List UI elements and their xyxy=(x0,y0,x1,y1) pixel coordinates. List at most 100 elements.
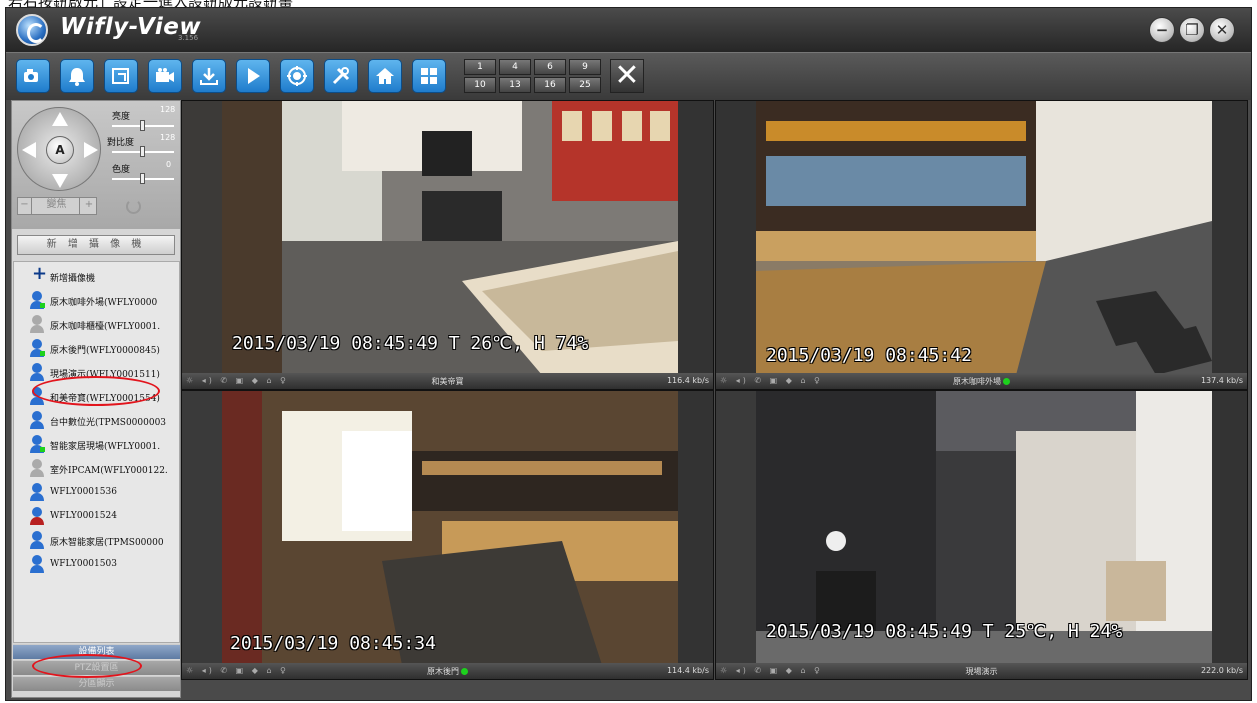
video-feed-4[interactable]: 2015/03/19 08:45:49 T 25℃, H 24% xyxy=(716,391,1247,665)
zoom-label: 變焦 xyxy=(34,198,80,214)
video-osd-4: 2015/03/19 08:45:49 T 25℃, H 24% xyxy=(766,621,1123,642)
refresh-icon[interactable] xyxy=(126,199,141,214)
camera-icon xyxy=(30,483,44,501)
brightness-slider-knob[interactable] xyxy=(140,120,145,131)
tile-status-bar-4: ☼ ◂) ✆ ▣ ◆ ⌂ ♀ 現場演示 222.0 kb/s xyxy=(716,663,1247,679)
saturation-value: 0 xyxy=(166,160,172,169)
export-button[interactable] xyxy=(104,59,138,93)
saturation-label: 色度 xyxy=(112,165,131,175)
tile-status-bar-2: ☼ ◂) ✆ ▣ ◆ ⌂ ♀ 原木咖啡外場 137.4 kb/s xyxy=(716,373,1247,389)
video-tile-1[interactable]: 2015/03/19 08:45:49 T 26℃, H 74% ☼ ◂) ✆ … xyxy=(181,100,714,390)
alarm-button[interactable] xyxy=(60,59,94,93)
saturation-slider-knob[interactable] xyxy=(140,173,145,184)
layout-button[interactable] xyxy=(412,59,446,93)
highlight-circle-device xyxy=(32,376,160,406)
bell-icon xyxy=(69,68,85,86)
pan-up-icon[interactable] xyxy=(52,112,68,126)
download-button[interactable] xyxy=(192,59,226,93)
tile-bitrate-4: 222.0 kb/s xyxy=(1200,666,1243,675)
tab-split-display[interactable]: 分區顯示 xyxy=(13,676,180,691)
contrast-label: 對比度 xyxy=(107,138,135,148)
close-window-button[interactable]: ✕ xyxy=(1209,17,1235,43)
camera-icon xyxy=(30,435,45,453)
video-tile-2[interactable]: 2015/03/19 08:45:42 ☼ ◂) ✆ ▣ ◆ ⌂ ♀ 原木咖啡外… xyxy=(715,100,1248,390)
video-tile-4[interactable]: 2015/03/19 08:45:49 T 25℃, H 24% ☼ ◂) ✆ … xyxy=(715,390,1248,680)
record-button[interactable] xyxy=(148,59,182,93)
layout-1-button[interactable]: 1 xyxy=(464,59,496,75)
online-status-dot xyxy=(1003,378,1010,385)
tile-camera-name-2: 原木咖啡外場 xyxy=(716,376,1247,387)
target-button[interactable] xyxy=(280,59,314,93)
list-item[interactable]: WFLY0001503 xyxy=(14,552,179,576)
layout-4-button[interactable]: 4 xyxy=(499,59,531,75)
brightness-label: 亮度 xyxy=(112,112,131,122)
camera-icon xyxy=(30,459,44,477)
restore-button[interactable]: ❐ xyxy=(1179,17,1205,43)
tools-button[interactable] xyxy=(324,59,358,93)
tile-camera-name-1: 和美帝寶 xyxy=(431,377,464,386)
camera-config-button[interactable] xyxy=(16,59,50,93)
camera-icon xyxy=(30,291,45,309)
tile-bitrate-1: 116.4 kb/s xyxy=(666,376,709,385)
layout-16-button[interactable]: 16 xyxy=(534,77,566,93)
list-item[interactable]: 原木咖啡外場(WFLY0000 xyxy=(14,288,179,312)
video-osd-2: 2015/03/19 08:45:42 xyxy=(766,345,972,366)
highlight-circle-ptz-tab xyxy=(32,654,142,678)
title-bar: Wifly-View 3.156 − ❐ ✕ xyxy=(6,8,1251,52)
play-button[interactable] xyxy=(236,59,270,93)
contrast-value: 128 xyxy=(160,133,176,142)
app-logo-icon xyxy=(16,14,48,46)
list-item[interactable]: WFLY0001524 xyxy=(14,504,179,528)
video-tile-3[interactable]: 2015/03/19 08:45:34 ☼ ◂) ✆ ▣ ◆ ⌂ ♀ 原木後門 … xyxy=(181,390,714,680)
video-osd-1: 2015/03/19 08:45:49 T 26℃, H 74% xyxy=(232,333,589,354)
brightness-value: 128 xyxy=(160,105,176,114)
add-camera-button[interactable]: 新 增 攝 像 機 xyxy=(17,235,175,255)
home-button[interactable] xyxy=(368,59,402,93)
download-icon xyxy=(200,68,218,85)
restore-icon: ❐ xyxy=(1185,21,1199,39)
list-item[interactable]: 智能家居現場(WFLY0001. xyxy=(14,432,179,456)
zoom-minus-button[interactable]: − xyxy=(18,198,32,214)
home-icon xyxy=(376,68,394,84)
list-item[interactable]: 原木後門(WFLY0000845) xyxy=(14,336,179,360)
camera-icon xyxy=(30,411,44,429)
list-item[interactable]: 室外IPCAM(WFLY000122. xyxy=(14,456,179,480)
layout-9-button[interactable]: 9 xyxy=(569,59,601,75)
tile-bitrate-3: 114.4 kb/s xyxy=(666,666,709,675)
tile-bitrate-2: 137.4 kb/s xyxy=(1200,376,1243,385)
pan-down-icon[interactable] xyxy=(52,174,68,188)
device-list: + 新增攝像機 原木咖啡外場(WFLY0000 原木咖啡櫃檯(WFLY0001.… xyxy=(13,261,180,643)
contrast-slider-knob[interactable] xyxy=(140,146,145,157)
video-feed-2[interactable]: 2015/03/19 08:45:42 xyxy=(716,101,1247,375)
video-feed-3[interactable]: 2015/03/19 08:45:34 xyxy=(182,391,713,665)
layout-13-button[interactable]: 13 xyxy=(499,77,531,93)
list-item[interactable]: 原木智能家居(TPMS00000 xyxy=(14,528,179,552)
tile-camera-name-3: 原木後門 xyxy=(182,666,713,677)
camera-icon xyxy=(30,315,44,333)
export-icon xyxy=(112,68,129,84)
camera-icon xyxy=(30,339,45,357)
zoom-plus-button[interactable]: + xyxy=(82,198,96,214)
video-camera-icon xyxy=(156,68,174,82)
ptz-control-panel: A 亮度 128 對比度 128 色度 0 − 變焦 + xyxy=(12,101,180,229)
grid-icon xyxy=(421,68,437,84)
layout-25-button[interactable]: 25 xyxy=(569,77,601,93)
minimize-button[interactable]: − xyxy=(1149,17,1175,43)
pan-right-icon[interactable] xyxy=(84,142,98,158)
layout-10-button[interactable]: 10 xyxy=(464,77,496,93)
list-item[interactable]: 原木咖啡櫃檯(WFLY0001. xyxy=(14,312,179,336)
ptz-dpad: A xyxy=(17,107,101,191)
plus-icon: + xyxy=(32,264,48,284)
list-item-add-camera[interactable]: + 新增攝像機 xyxy=(14,264,179,288)
zoom-control: − 變焦 + xyxy=(17,197,97,215)
pan-left-icon[interactable] xyxy=(22,142,36,158)
close-all-button[interactable]: ✕ xyxy=(610,59,644,93)
minus-icon: − xyxy=(1155,21,1169,39)
list-item[interactable]: 台中數位光(TPMS0000003 xyxy=(14,408,179,432)
tile-status-bar-3: ☼ ◂) ✆ ▣ ◆ ⌂ ♀ 原木後門 114.4 kb/s xyxy=(182,663,713,679)
list-item[interactable]: WFLY0001536 xyxy=(14,480,179,504)
layout-6-button[interactable]: 6 xyxy=(534,59,566,75)
auto-button[interactable]: A xyxy=(46,136,74,164)
close-icon: ✕ xyxy=(1215,21,1229,39)
video-feed-1[interactable]: 2015/03/19 08:45:49 T 26℃, H 74% xyxy=(182,101,713,375)
